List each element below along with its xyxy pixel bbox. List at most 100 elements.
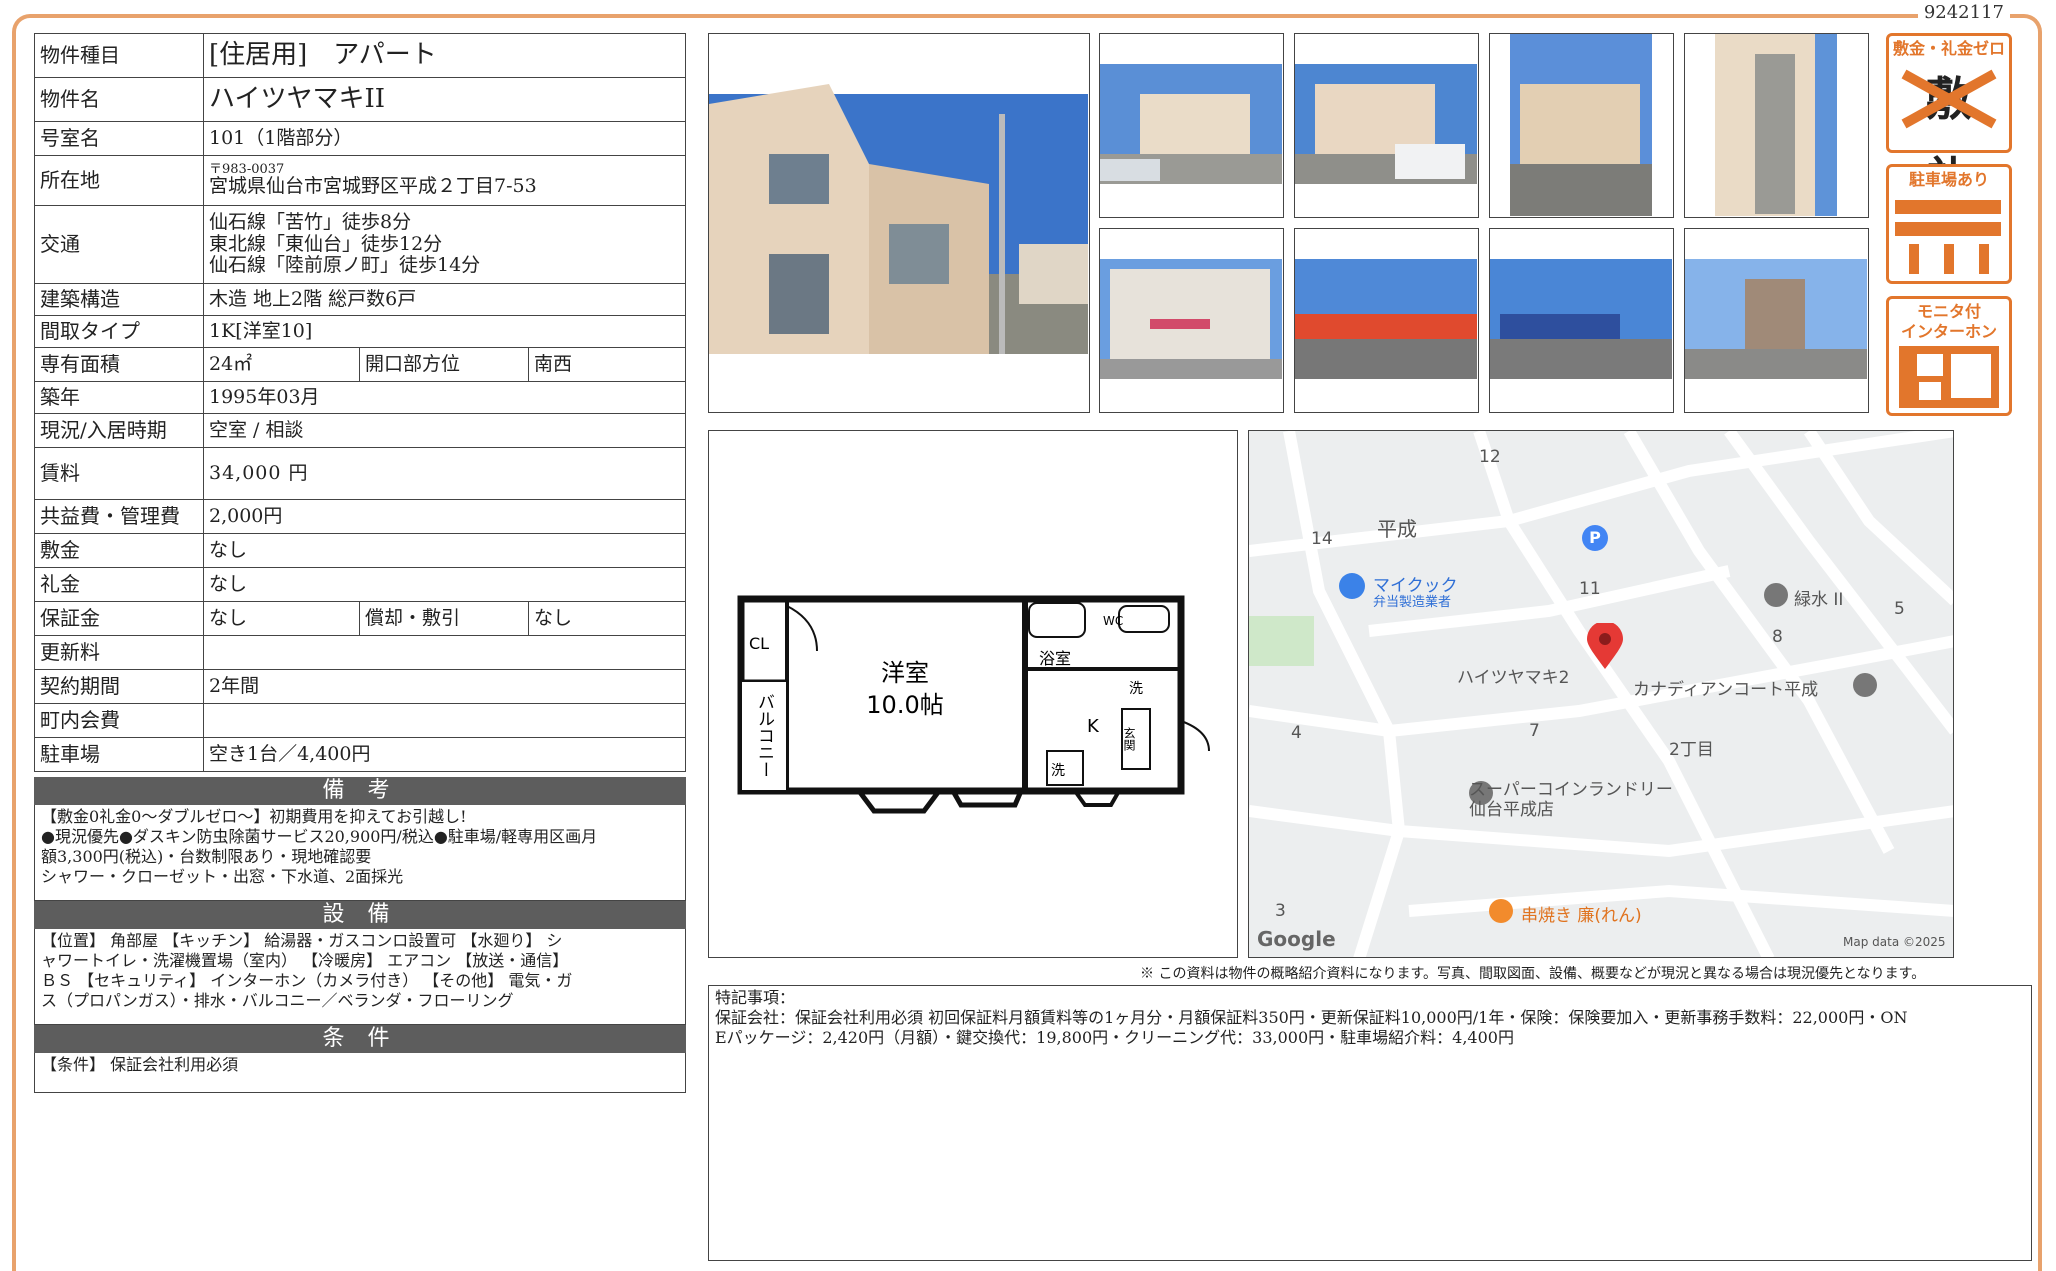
value-traffic: 仙石線「苦竹」徒歩8分 東北線「東仙台」徒歩12分 仙石線「陸前原ノ町」徒歩14…: [203, 205, 686, 284]
map-streets: [1249, 431, 1953, 957]
label-fee: 共益費・管理費: [34, 499, 204, 534]
plan-wash: 洗: [1129, 681, 1143, 697]
traffic-line: 仙石線「陸前原ノ町」徒歩14分: [209, 254, 481, 277]
label-address: 所在地: [34, 155, 204, 206]
document-id: 9242117: [1917, 2, 2010, 23]
map-poi-heights: ハイツヤマキ2: [1457, 668, 1570, 688]
label-rent: 賃料: [34, 447, 204, 500]
label-traffic: 交通: [34, 205, 204, 284]
value-renewal: [203, 635, 686, 670]
plan-bath: 浴室: [1039, 649, 1071, 668]
remarks-line: シャワー・クローゼット・出窓・下水道、2面採光: [41, 867, 404, 886]
plan-kitchen: K: [1087, 716, 1100, 737]
property-info-table: 物件種目 [住居用] アパート 物件名 ハイツヤマキII 号室名 101（1階部…: [34, 33, 686, 772]
value-built: 1995年03月: [203, 381, 686, 414]
value-structure: 木造 地上2階 総戸数6戸: [203, 283, 686, 316]
equipment-body: 【位置】 角部屋 【キッチン】 給湯器・ガスコンロ設置可 【水廻り】 シ ャワー…: [34, 929, 686, 1025]
map-marker-midori: [1764, 583, 1788, 607]
map-block-14: 14: [1311, 529, 1333, 549]
equipment-line: ＢＳ 【セキュリティ】 インターホン（カメラ付き） 【その他】 電気・ガ: [41, 971, 573, 990]
conditions-body: 【条件】 保証会社利用必須: [34, 1053, 686, 1093]
map-block-7: 7: [1529, 721, 1540, 741]
map-marker-mycook: [1339, 573, 1365, 599]
photo-thumb-7[interactable]: [1489, 228, 1674, 413]
label-town-fee: 町内会費: [34, 703, 204, 738]
label-layout: 間取タイプ: [34, 315, 204, 348]
label-structure: 建築構造: [34, 283, 204, 316]
plan-wc: WC: [1103, 614, 1123, 628]
value-amortization: なし: [528, 601, 686, 636]
badge-title: 駐車場あり: [1908, 170, 1989, 189]
building-photo: [1100, 259, 1282, 379]
building-photo: [1715, 34, 1837, 216]
map-poi-canadian: カナディアンコート平成: [1633, 680, 1819, 700]
map-block-4: 4: [1291, 723, 1302, 743]
building-photo-main: [709, 84, 1088, 354]
map-marker-canadian: [1853, 673, 1877, 697]
value-name: ハイツヤマキII: [203, 77, 686, 122]
value-layout: 1K[洋室10]: [203, 315, 686, 348]
building-photo: [1295, 259, 1477, 379]
label-deposit: 敷金: [34, 533, 204, 568]
photo-thumb-6[interactable]: [1294, 228, 1479, 413]
value-guarantee: なし: [203, 601, 360, 636]
map-attribution: Map data ©2025: [1843, 935, 1946, 949]
traffic-line: 東北線「東仙台」徒歩12分: [209, 232, 443, 255]
equipment-line: 【位置】 角部屋 【キッチン】 給湯器・ガスコンロ設置可 【水廻り】 シ: [41, 931, 563, 950]
value-fee: 2,000円: [203, 499, 686, 534]
building-photo: [1100, 64, 1282, 184]
photo-thumb-3[interactable]: [1489, 33, 1674, 218]
map-parking-p: P: [1582, 525, 1608, 551]
address-text: 宮城県仙台市宮城野区平成２丁目7-53: [209, 175, 537, 198]
label-amortization: 償却・敷引: [359, 601, 529, 636]
notes-line: Eパッケージ：2,420円（月額）・鍵交換代：19,800円・クリーニング代：3…: [715, 1028, 1514, 1047]
value-rent: 34,000 円: [203, 447, 686, 500]
value-address: 〒983-0037 宮城県仙台市宮城野区平成２丁目7-53: [203, 155, 686, 206]
google-logo: Google: [1257, 927, 1336, 951]
map-chome: 2丁目: [1669, 740, 1714, 760]
building-photo: [1685, 259, 1867, 379]
map-area-name: 平成: [1377, 517, 1417, 541]
map-poi-mycook-sub: 弁当製造業者: [1373, 595, 1452, 610]
badge-title: 敷金・礼金ゼロ: [1892, 39, 2005, 58]
plan-closet: CL: [749, 634, 769, 653]
map-marker-kushiyaki: [1489, 899, 1513, 923]
map-poi-laundry-sub: 仙台平成店: [1469, 800, 1554, 820]
photo-thumb-1[interactable]: [1099, 33, 1284, 218]
notes-line: 保証会社：保証会社利用必須 初回保証料月額賃料等の1ヶ月分・月額保証料350円・…: [715, 1008, 1908, 1027]
label-keymoney: 礼金: [34, 567, 204, 602]
location-map[interactable]: 12 14 平成 P マイクック 弁当製造業者 11 緑水 II 5 8 ハイツ…: [1248, 430, 1954, 958]
plan-room-size: 10.0帖: [866, 691, 943, 719]
label-built: 築年: [34, 381, 204, 414]
value-direction: 南西: [528, 347, 686, 382]
no-deposit-icon: 敷 礼: [1889, 59, 2018, 206]
photo-thumb-2[interactable]: [1294, 33, 1479, 218]
main-photo[interactable]: [708, 33, 1090, 413]
remarks-line: 額3,300円(税込)・台数制限あり・現地確認要: [41, 847, 372, 866]
special-notes: 特記事項： 保証会社：保証会社利用必須 初回保証料月額賃料等の1ヶ月分・月額保証…: [708, 985, 2032, 1261]
remarks-header: 備 考: [34, 777, 686, 805]
map-pin-icon: [1587, 623, 1623, 669]
value-term: 2年間: [203, 669, 686, 704]
value-status: 空室 / 相談: [203, 413, 686, 448]
map-block-11: 11: [1579, 579, 1601, 599]
label-area: 専有面積: [34, 347, 204, 382]
map-block-8: 8: [1772, 627, 1783, 647]
remarks-line: 【敷金0礼金0～ダブルゼロ～】初期費用を抑えてお引越し!: [41, 807, 467, 826]
building-photo: [1295, 64, 1477, 184]
map-poi-midori: 緑水 II: [1794, 590, 1844, 610]
photo-thumb-8[interactable]: [1684, 228, 1869, 413]
badge-parking: 駐車場あり: [1886, 164, 2012, 284]
label-term: 契約期間: [34, 669, 204, 704]
cross-mark: [1901, 69, 1997, 129]
floor-plan[interactable]: CL バルコニー 洋室 10.0帖 浴室 WC K 洗 玄関 洗: [708, 430, 1238, 958]
badge-title: モニタ付 インターホン: [1900, 302, 1997, 341]
value-type: [住居用] アパート: [203, 33, 686, 78]
value-room: 101（1階部分）: [203, 121, 686, 156]
plan-laundry: 洗: [1051, 763, 1065, 779]
equipment-header: 設 備: [34, 901, 686, 929]
photo-thumb-4[interactable]: [1684, 33, 1869, 218]
map-block-3: 3: [1275, 901, 1286, 921]
photo-thumb-5[interactable]: [1099, 228, 1284, 413]
traffic-line: 仙石線「苦竹」徒歩8分: [209, 210, 412, 233]
